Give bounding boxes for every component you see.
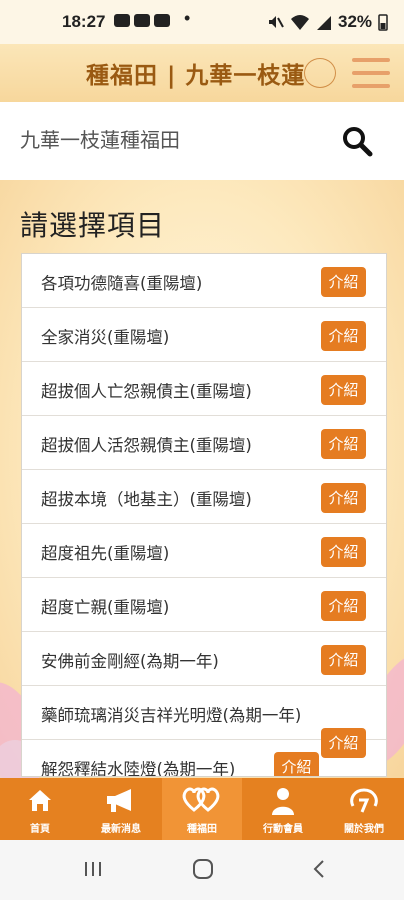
mute-icon bbox=[269, 16, 284, 28]
item-label: 全家消災(重陽壇) bbox=[41, 328, 170, 347]
item-label: 超拔本境（地基主）(重陽壇) bbox=[41, 490, 252, 509]
battery-icon bbox=[378, 14, 388, 31]
item-label: 安佛前金剛經(為期一年) bbox=[41, 652, 219, 671]
status-right: 32% bbox=[266, 12, 388, 32]
intro-button[interactable]: 介紹 bbox=[321, 591, 366, 621]
list-item[interactable]: 安佛前金剛經(為期一年) 介紹 bbox=[22, 632, 386, 686]
status-bar: 18:27 • 32% bbox=[0, 0, 404, 44]
nav-item-blessing[interactable]: 種福田 bbox=[162, 778, 242, 840]
system-navigation bbox=[0, 840, 404, 900]
status-dot: • bbox=[184, 8, 191, 28]
nav-label: 首頁 bbox=[30, 824, 50, 835]
search-icon[interactable] bbox=[340, 124, 374, 158]
person-icon bbox=[272, 788, 294, 815]
nav-item-home[interactable]: 首頁 bbox=[0, 778, 80, 840]
app-header: 種福田 | 九華一枝蓮 bbox=[0, 44, 404, 102]
search-bar: 九華一枝蓮種福田 bbox=[0, 102, 404, 180]
megaphone-icon bbox=[107, 789, 131, 812]
intro-button[interactable]: 介紹 bbox=[321, 375, 366, 405]
list-item[interactable]: 各項功德隨喜(重陽壇) 介紹 bbox=[22, 254, 386, 308]
list-item[interactable]: 超度亡親(重陽壇) 介紹 bbox=[22, 578, 386, 632]
battery-percent: 32% bbox=[338, 12, 373, 31]
list-item[interactable]: 解怨釋結水陸燈(為期一年) 介紹 bbox=[22, 740, 386, 777]
hearts-icon bbox=[182, 787, 220, 812]
item-label: 超拔個人活怨親債主(重陽壇) bbox=[41, 436, 252, 455]
nav-item-about[interactable]: 關於我們 bbox=[324, 778, 404, 840]
page-title: 種福田 | 九華一枝蓮 bbox=[86, 63, 306, 89]
item-label: 超度祖先(重陽壇) bbox=[41, 544, 170, 563]
intro-button[interactable]: 介紹 bbox=[321, 429, 366, 459]
nav-item-news[interactable]: 最新消息 bbox=[81, 778, 161, 840]
list-item[interactable]: 藥師琉璃消災吉祥光明燈(為期一年) 介紹 bbox=[22, 686, 386, 758]
list-item[interactable]: 超拔個人亡怨親債主(重陽壇) 介紹 bbox=[22, 362, 386, 416]
home-icon bbox=[29, 790, 51, 811]
status-time: 18:27 bbox=[62, 12, 106, 31]
nav-label: 行動會員 bbox=[263, 824, 303, 835]
list-item[interactable]: 全家消災(重陽壇) 介紹 bbox=[22, 308, 386, 362]
list-item[interactable]: 超拔個人活怨親債主(重陽壇) 介紹 bbox=[22, 416, 386, 470]
about-icon bbox=[350, 788, 378, 813]
nav-label: 種福田 bbox=[187, 824, 217, 835]
list-item[interactable]: 超拔本境（地基主）(重陽壇) 介紹 bbox=[22, 470, 386, 524]
back-icon[interactable] bbox=[308, 858, 330, 880]
signal-icon bbox=[317, 16, 331, 30]
intro-button[interactable]: 介紹 bbox=[274, 752, 319, 776]
intro-button[interactable]: 介紹 bbox=[321, 267, 366, 297]
lotus-logo-icon bbox=[304, 58, 336, 88]
wifi-icon bbox=[291, 15, 309, 30]
search-input[interactable]: 九華一枝蓮種福田 bbox=[20, 124, 180, 153]
intro-button[interactable]: 介紹 bbox=[321, 645, 366, 675]
section-title: 請選擇項目 bbox=[20, 209, 166, 242]
intro-button[interactable]: 介紹 bbox=[321, 483, 366, 513]
home-button-icon[interactable] bbox=[192, 858, 214, 880]
list-item[interactable]: 超度祖先(重陽壇) 介紹 bbox=[22, 524, 386, 578]
item-label: 解怨釋結水陸燈(為期一年) bbox=[41, 760, 236, 777]
nav-label: 關於我們 bbox=[344, 824, 384, 835]
item-label: 超拔個人亡怨親債主(重陽壇) bbox=[41, 382, 252, 401]
intro-button[interactable]: 介紹 bbox=[321, 321, 366, 351]
item-label: 超度亡親(重陽壇) bbox=[41, 598, 170, 617]
nav-label: 最新消息 bbox=[101, 824, 141, 835]
notification-icon bbox=[154, 14, 170, 27]
hamburger-menu-icon[interactable] bbox=[352, 52, 390, 94]
item-list: 各項功德隨喜(重陽壇) 介紹 全家消災(重陽壇) 介紹 超拔個人亡怨親債主(重陽… bbox=[21, 253, 387, 777]
item-label: 各項功德隨喜(重陽壇) bbox=[41, 274, 203, 293]
bottom-navigation: 首頁 最新消息 種福田 行動會員 關於我們 bbox=[0, 778, 404, 840]
notification-icon bbox=[134, 14, 150, 27]
nav-item-member[interactable]: 行動會員 bbox=[243, 778, 323, 840]
recent-apps-icon[interactable] bbox=[82, 858, 104, 880]
notification-icon bbox=[114, 14, 130, 27]
item-label: 藥師琉璃消災吉祥光明燈(為期一年) bbox=[41, 706, 302, 725]
notification-icons bbox=[114, 14, 170, 27]
intro-button[interactable]: 介紹 bbox=[321, 537, 366, 567]
